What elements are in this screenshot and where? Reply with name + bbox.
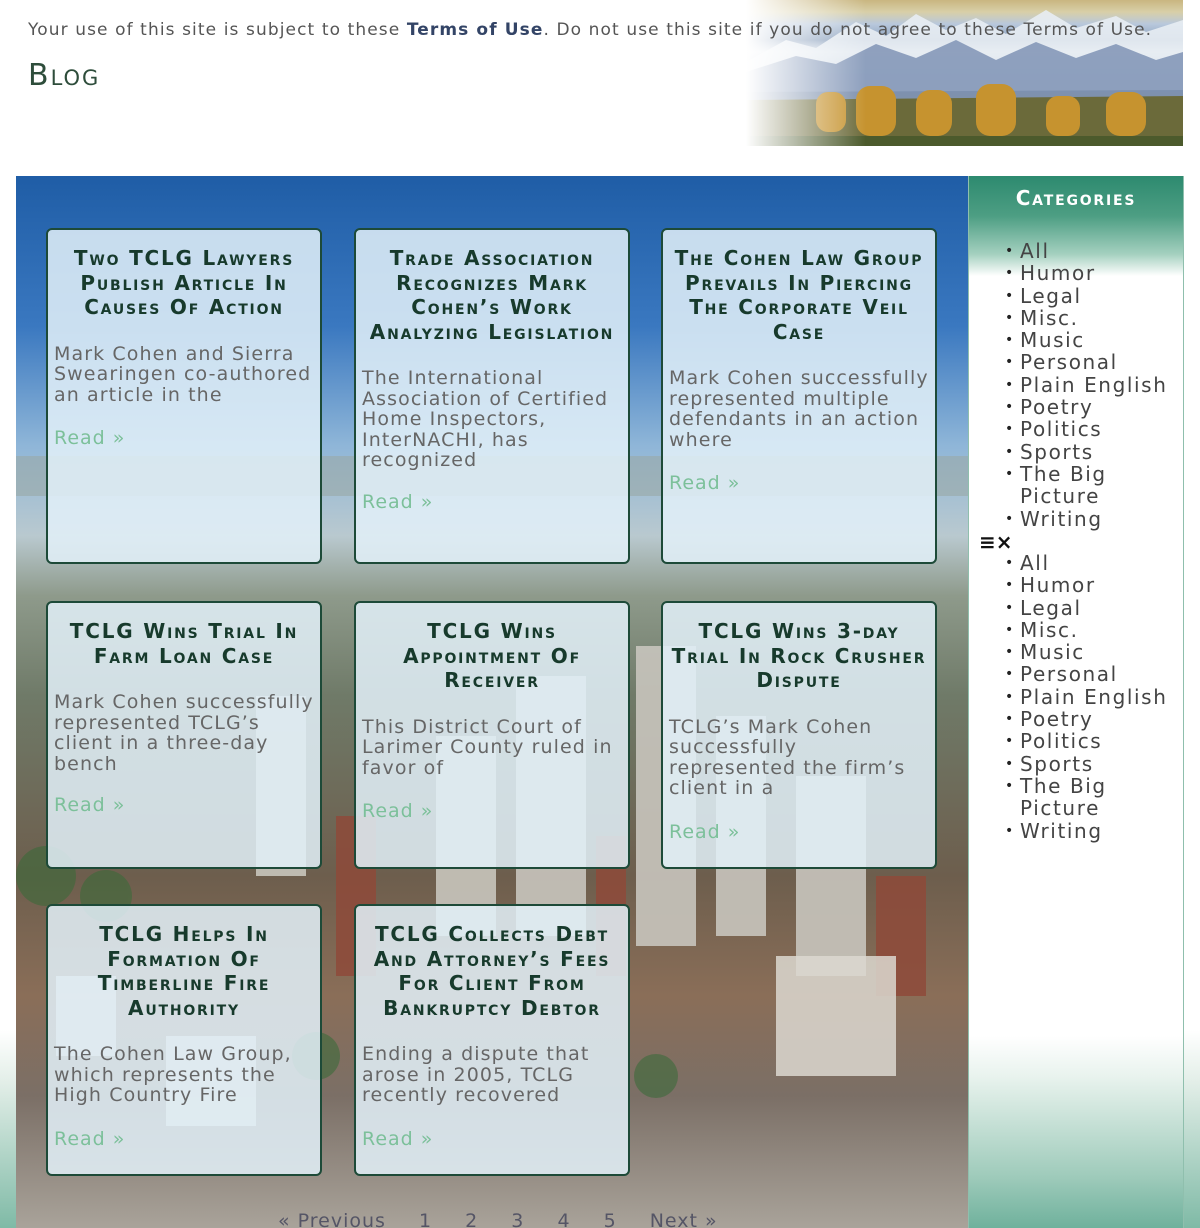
- category-item[interactable]: Politics: [1005, 417, 1183, 441]
- category-link[interactable]: All: [1020, 551, 1050, 575]
- category-list: All Humor Legal Misc. Music Personal Pla…: [1005, 240, 1183, 530]
- terms-prefix: Your use of this site is subject to thes…: [28, 20, 407, 40]
- post-excerpt: Mark Cohen and Sierra Swearingen co-auth…: [54, 342, 312, 406]
- post-excerpt: Mark Cohen successfully represented TCLG…: [54, 691, 314, 775]
- category-item[interactable]: All: [1005, 551, 1183, 575]
- category-link[interactable]: Legal: [1020, 284, 1082, 308]
- post-excerpt: The Cohen Law Group, which represents th…: [54, 1043, 292, 1106]
- post-grid: Two TCLG Lawyers Publish Article In Caus…: [16, 176, 968, 1228]
- category-link[interactable]: Poetry: [1020, 395, 1093, 419]
- category-item[interactable]: Plain English: [1005, 373, 1183, 397]
- post-title[interactable]: TCLG Wins 3-day Trial In Rock Crusher Di…: [663, 603, 935, 693]
- category-item[interactable]: Personal: [1005, 350, 1183, 374]
- category-link[interactable]: Writing: [1020, 507, 1103, 531]
- post-title[interactable]: TCLG Wins Appointment Of Receiver: [356, 603, 628, 693]
- page-link-1[interactable]: 1: [419, 1210, 432, 1228]
- post-title[interactable]: TCLG Wins Trial In Farm Loan Case: [48, 603, 320, 668]
- category-link[interactable]: Misc.: [1020, 306, 1079, 330]
- category-link[interactable]: The Big Picture: [1020, 462, 1107, 508]
- read-more-link[interactable]: Read »: [356, 491, 628, 513]
- read-more-link[interactable]: Read »: [48, 427, 320, 449]
- category-list-mobile: All Humor Legal Misc. Music Personal Pla…: [1005, 552, 1183, 842]
- category-link[interactable]: Politics: [1020, 417, 1102, 441]
- sidebar-title: Categories: [1015, 186, 1137, 210]
- category-item[interactable]: Poetry: [1005, 707, 1183, 731]
- category-link[interactable]: Plain English: [1020, 373, 1167, 397]
- read-more-link[interactable]: Read »: [356, 1128, 628, 1150]
- post-excerpt: TCLG’s Mark Cohen successfully represent…: [669, 715, 906, 799]
- category-item[interactable]: The Big Picture: [1005, 463, 1183, 508]
- category-item[interactable]: Music: [1005, 640, 1183, 664]
- page-link-5[interactable]: 5: [604, 1210, 617, 1228]
- category-item[interactable]: Music: [1005, 328, 1183, 352]
- menu-toggle-icon[interactable]: ≡×: [979, 530, 1013, 554]
- category-item[interactable]: The Big Picture: [1005, 775, 1183, 820]
- page-title: Blog: [28, 58, 101, 93]
- post-title[interactable]: TCLG Helps In Formation Of Timberline Fi…: [48, 906, 320, 1020]
- category-link[interactable]: Poetry: [1020, 707, 1093, 731]
- post-title[interactable]: TCLG Collects Debt And Attorney’s Fees F…: [356, 906, 628, 1020]
- post-title[interactable]: Trade Association Recognizes Mark Cohen’…: [356, 230, 628, 344]
- post-excerpt: The International Association of Certifi…: [362, 367, 609, 471]
- read-more-link[interactable]: Read »: [663, 472, 935, 494]
- post-excerpt: This District Court of Larimer County ru…: [362, 715, 613, 779]
- category-link[interactable]: Humor: [1020, 573, 1096, 597]
- category-link[interactable]: Sports: [1020, 440, 1094, 464]
- post-title[interactable]: The Cohen Law Group Prevails In Piercing…: [663, 230, 935, 344]
- post-card[interactable]: TCLG Wins Appointment Of Receiver This D…: [354, 601, 630, 869]
- category-item[interactable]: Misc.: [1005, 618, 1183, 642]
- category-item[interactable]: Poetry: [1005, 395, 1183, 419]
- category-item[interactable]: Writing: [1005, 819, 1183, 843]
- category-item[interactable]: Writing: [1005, 507, 1183, 531]
- category-item[interactable]: Sports: [1005, 752, 1183, 776]
- post-excerpt: Ending a dispute that arose in 2005, TCL…: [362, 1043, 590, 1106]
- category-item[interactable]: Personal: [1005, 662, 1183, 686]
- post-card[interactable]: TCLG Helps In Formation Of Timberline Fi…: [46, 904, 322, 1176]
- category-link[interactable]: Humor: [1020, 261, 1096, 285]
- category-item[interactable]: Sports: [1005, 440, 1183, 464]
- category-item[interactable]: Legal: [1005, 596, 1183, 620]
- post-excerpt: Mark Cohen successfully represented mult…: [669, 367, 929, 451]
- terms-of-use-link[interactable]: Terms of Use: [407, 20, 544, 40]
- previous-page-link[interactable]: « Previous: [278, 1210, 386, 1228]
- category-item[interactable]: Legal: [1005, 284, 1183, 308]
- post-card[interactable]: Trade Association Recognizes Mark Cohen’…: [354, 228, 630, 564]
- category-link[interactable]: Plain English: [1020, 685, 1167, 709]
- next-page-link[interactable]: Next »: [650, 1210, 718, 1228]
- category-link[interactable]: Politics: [1020, 729, 1102, 753]
- post-title[interactable]: Two TCLG Lawyers Publish Article In Caus…: [48, 230, 320, 320]
- category-link[interactable]: Sports: [1020, 752, 1094, 776]
- read-more-link[interactable]: Read »: [356, 800, 628, 822]
- category-item[interactable]: All: [1005, 239, 1183, 263]
- terms-suffix: . Do not use this site if you do not agr…: [543, 20, 1153, 40]
- category-item[interactable]: Misc.: [1005, 306, 1183, 330]
- category-link[interactable]: Personal: [1020, 662, 1118, 686]
- post-card[interactable]: TCLG Collects Debt And Attorney’s Fees F…: [354, 904, 630, 1176]
- category-link[interactable]: Music: [1020, 640, 1085, 664]
- category-item[interactable]: Politics: [1005, 729, 1183, 753]
- page-link-4[interactable]: 4: [557, 1210, 570, 1228]
- pagination: « Previous 1 2 3 4 5 Next »: [278, 1210, 744, 1228]
- category-link[interactable]: All: [1020, 239, 1050, 263]
- read-more-link[interactable]: Read »: [48, 794, 320, 816]
- category-link[interactable]: Writing: [1020, 819, 1103, 843]
- category-link[interactable]: The Big Picture: [1020, 774, 1107, 820]
- post-card[interactable]: TCLG Wins Trial In Farm Loan Case Mark C…: [46, 601, 322, 869]
- category-link[interactable]: Misc.: [1020, 618, 1079, 642]
- terms-notice: Your use of this site is subject to thes…: [28, 20, 1152, 40]
- category-link[interactable]: Music: [1020, 328, 1085, 352]
- page-link-2[interactable]: 2: [465, 1210, 478, 1228]
- page-link-3[interactable]: 3: [511, 1210, 524, 1228]
- post-card[interactable]: TCLG Wins 3-day Trial In Rock Crusher Di…: [661, 601, 937, 869]
- category-link[interactable]: Legal: [1020, 596, 1082, 620]
- category-item[interactable]: Humor: [1005, 261, 1183, 285]
- read-more-link[interactable]: Read »: [48, 1128, 320, 1150]
- category-link[interactable]: Personal: [1020, 350, 1118, 374]
- categories-sidebar: Categories All Humor Legal Misc. Music P…: [968, 176, 1184, 1228]
- post-card[interactable]: Two TCLG Lawyers Publish Article In Caus…: [46, 228, 322, 564]
- read-more-link[interactable]: Read »: [663, 821, 935, 843]
- post-card[interactable]: The Cohen Law Group Prevails In Piercing…: [661, 228, 937, 564]
- category-item[interactable]: Plain English: [1005, 685, 1183, 709]
- category-item[interactable]: Humor: [1005, 573, 1183, 597]
